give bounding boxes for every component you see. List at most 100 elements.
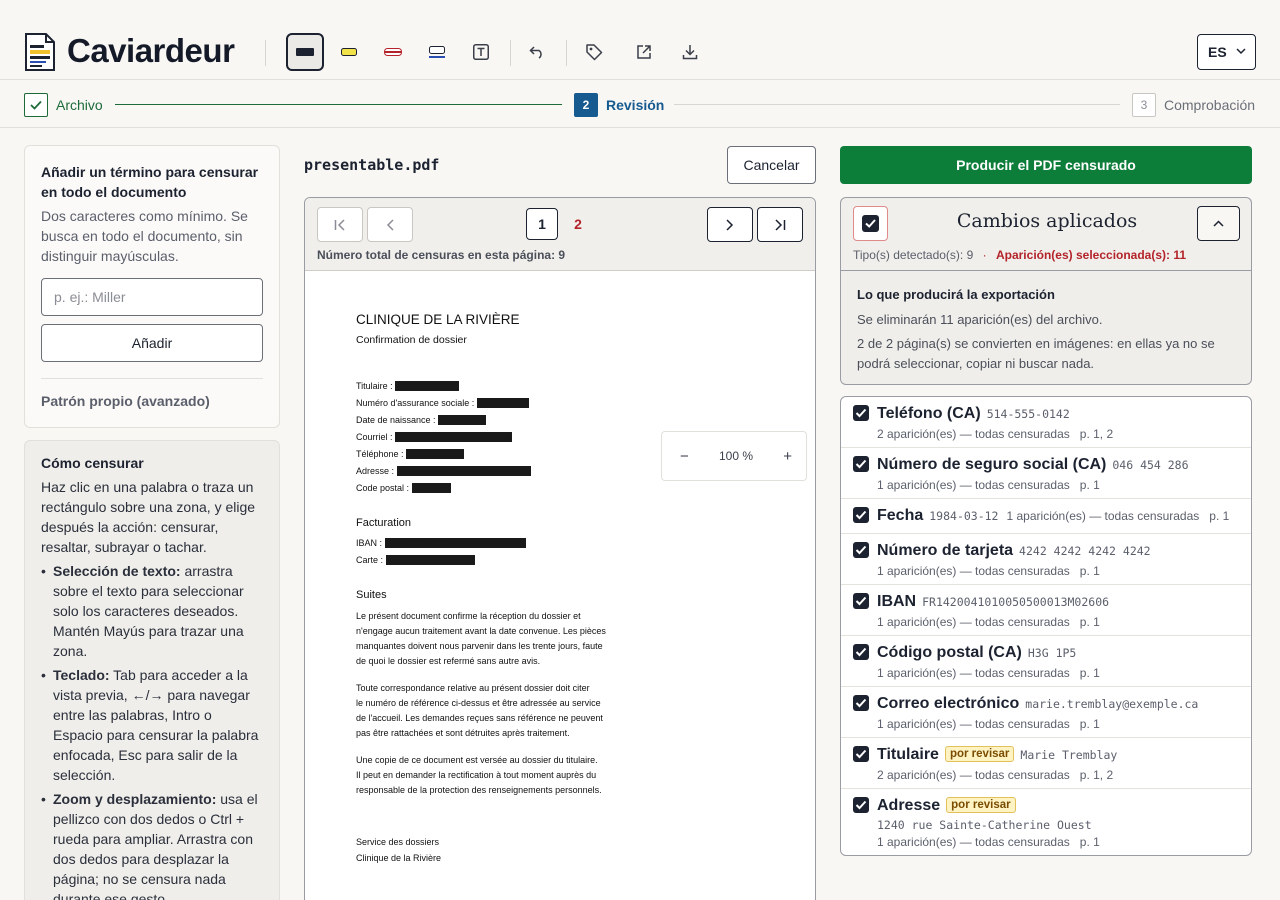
doc-field[interactable]: Code postal : H3G 1P5 xyxy=(356,483,451,494)
redaction-box[interactable]: 1240 rue Sainte-Catherine Ouest xyxy=(396,466,531,476)
language-select[interactable]: ES xyxy=(1197,34,1256,70)
item-checkbox[interactable] xyxy=(853,456,869,472)
add-term-button[interactable]: Añadir xyxy=(41,324,263,362)
item-meta: 1 aparición(es) — todas censuradas p. 1 xyxy=(877,666,1100,680)
zoom-out-button[interactable]: − xyxy=(680,448,689,465)
export-line: Se eliminarán 11 aparición(es) del archi… xyxy=(857,312,1103,327)
doc-field[interactable]: Numéro d'assurance sociale : 046 454 286 xyxy=(356,398,529,409)
doc-line[interactable]: manquantes doivent nous parvenir dans le… xyxy=(356,641,603,652)
previous-page-button[interactable] xyxy=(367,207,413,242)
check-icon xyxy=(855,459,867,469)
doc-line[interactable]: responsable de la protection des renseig… xyxy=(356,785,602,796)
export-summary: Lo que producirá la exportación Se elimi… xyxy=(840,270,1252,385)
redaction-box[interactable]: 514-555-0142 xyxy=(406,449,465,459)
item-meta: 1 aparición(es) — todas censuradas p. 1 xyxy=(877,478,1100,492)
detection-item[interactable]: Código postal (CA) H3G 1P5 1 aparición(es… xyxy=(841,636,1251,687)
page-1-button[interactable]: 1 xyxy=(526,208,558,240)
doc-line[interactable]: Le présent document confirme la réceptio… xyxy=(356,611,581,622)
redaction-box[interactable]: FR1420041010050500013M02606 xyxy=(384,538,527,548)
step-3-label[interactable]: Comprobación xyxy=(1164,97,1255,113)
step-1-done[interactable] xyxy=(24,93,48,117)
highlight-tool-button[interactable] xyxy=(330,33,368,71)
doc-field[interactable]: Titulaire : Marie Tremblay xyxy=(356,381,460,392)
item-value: H3G 1P5 xyxy=(1027,646,1077,660)
item-checkbox[interactable] xyxy=(853,593,869,609)
item-value: 4242 4242 4242 4242 xyxy=(1019,544,1151,558)
step-2-current[interactable]: 2 xyxy=(574,93,598,117)
item-heading: Fecha 1984-03-12 1 aparición(es) — todas c… xyxy=(877,507,1229,525)
step-2-label[interactable]: Revisión xyxy=(606,97,664,113)
item-checkbox[interactable] xyxy=(853,797,869,813)
redaction-box[interactable]: Marie Tremblay xyxy=(395,381,460,391)
item-checkbox[interactable] xyxy=(853,644,869,660)
doc-field[interactable]: IBAN : FR1420041010050500013M02606 xyxy=(356,538,527,549)
doc-field[interactable]: Téléphone : 514-555-0142 xyxy=(356,449,465,460)
item-checkbox[interactable] xyxy=(853,405,869,421)
doc-line[interactable]: le numéro de référence ci-dessus et être… xyxy=(356,698,601,709)
redaction-box[interactable]: 046 454 286 xyxy=(476,398,529,408)
item-checkbox[interactable] xyxy=(853,746,869,762)
redaction-box[interactable]: 4242 4242 4242 4242 xyxy=(385,555,476,565)
detection-item[interactable]: Adresse por revisar 1240 rue Sainte-Cathe… xyxy=(841,789,1251,855)
redaction-box[interactable]: marie.tremblay@exemple.ca xyxy=(395,432,512,442)
custom-pattern-toggle[interactable]: Patrón propio (avanzado) xyxy=(41,393,210,409)
detection-item[interactable]: IBAN FR1420041010050500013M02606 1 aparic… xyxy=(841,585,1251,636)
zoom-in-button[interactable]: + xyxy=(783,448,792,465)
strikethrough-tool-button[interactable] xyxy=(374,33,412,71)
item-checkbox[interactable] xyxy=(853,507,869,523)
item-checkbox[interactable] xyxy=(853,542,869,558)
download-button[interactable] xyxy=(671,33,709,71)
doc-line[interactable]: Il peut en demander la rectification à t… xyxy=(356,770,596,781)
detection-item[interactable]: Correo electrónico marie.tremblay@exemple… xyxy=(841,687,1251,738)
produce-pdf-button[interactable]: Producir el PDF censurado xyxy=(840,146,1252,184)
next-page-button[interactable] xyxy=(707,207,753,242)
doc-signature-line[interactable]: Clinique de la Rivière xyxy=(356,853,441,864)
doc-field[interactable]: Carte : 4242 4242 4242 4242 xyxy=(356,555,476,566)
doc-line[interactable]: de quoi le dossier est refermé sans autr… xyxy=(356,656,540,667)
detection-item[interactable]: Titulaire por revisar Marie Tremblay 2 apa… xyxy=(841,738,1251,789)
doc-field[interactable]: Courriel : marie.tremblay@exemple.ca xyxy=(356,432,512,443)
redact-tool-button[interactable] xyxy=(286,33,324,71)
last-page-button[interactable] xyxy=(757,207,803,242)
tag-button[interactable] xyxy=(575,33,613,71)
detection-item[interactable]: Fecha 1984-03-12 1 aparición(es) — todas c… xyxy=(841,499,1251,534)
doc-field[interactable]: Adresse : 1240 rue Sainte-Catherine Oues… xyxy=(356,466,531,477)
term-input[interactable] xyxy=(41,278,263,316)
doc-line[interactable]: Toute correspondance relative au présent… xyxy=(356,683,590,694)
step-3-pending[interactable]: 3 xyxy=(1132,93,1156,117)
item-checkbox[interactable] xyxy=(853,695,869,711)
doc-line[interactable]: Une copie de ce document est versée au d… xyxy=(356,755,598,766)
chevron-left-icon xyxy=(386,218,394,231)
step-1-label[interactable]: Archivo xyxy=(56,97,103,113)
first-page-button[interactable] xyxy=(317,207,363,242)
open-external-button[interactable] xyxy=(625,33,663,71)
detection-item[interactable]: Número de seguro social (CA) 046 454 286 … xyxy=(841,448,1251,499)
check-icon xyxy=(855,408,867,418)
item-name: Correo electrónico xyxy=(877,695,1020,712)
redaction-box[interactable]: H3G 1P5 xyxy=(411,483,451,493)
check-icon xyxy=(855,510,867,520)
check-icon xyxy=(855,545,867,555)
doc-line[interactable]: pas être rattachées et sont détruites ap… xyxy=(356,728,570,739)
help-title: Cómo censurar xyxy=(41,455,144,471)
text-tool-button[interactable] xyxy=(462,33,500,71)
underline-tool-button[interactable] xyxy=(418,33,456,71)
item-name: Código postal (CA) xyxy=(877,644,1022,661)
toolbar-divider xyxy=(566,40,567,66)
page-2-button[interactable]: 2 xyxy=(562,208,594,240)
redaction-box[interactable]: 1984-03-12 xyxy=(438,415,487,425)
collapse-button[interactable] xyxy=(1197,206,1240,241)
help-item-title: Selección de texto: xyxy=(53,563,181,579)
doc-field[interactable]: Date de naissance : 1984-03-12 xyxy=(356,415,487,426)
detection-item[interactable]: Teléfono (CA) 514-555-0142 2 aparición(es… xyxy=(841,397,1251,448)
item-heading: Titulaire por revisar Marie Tremblay xyxy=(877,746,1117,764)
cancel-button[interactable]: Cancelar xyxy=(727,146,816,184)
detection-item[interactable]: Número de tarjeta 4242 4242 4242 4242 1 a… xyxy=(841,534,1251,585)
undo-button[interactable] xyxy=(518,33,556,71)
item-name: Número de seguro social (CA) xyxy=(877,456,1107,473)
doc-line[interactable]: n'engage aucun traitement avant la date … xyxy=(356,626,606,637)
doc-signature-line[interactable]: Service des dossiers xyxy=(356,837,439,848)
doc-line[interactable]: de l'accueil. Les demandes reçues sans r… xyxy=(356,713,603,724)
item-value: 514-555-0142 xyxy=(986,407,1070,421)
item-value: 1984-03-12 xyxy=(929,509,999,523)
